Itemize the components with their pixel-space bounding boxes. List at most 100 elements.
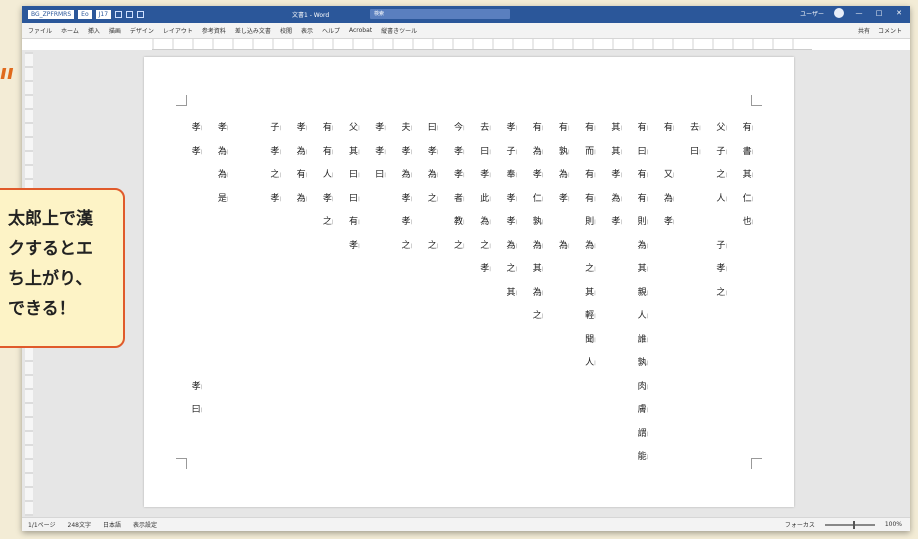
text-char: 孝 [402,190,413,210]
tab-review[interactable]: 校閲 [280,26,292,35]
text-char: 之 [506,260,517,280]
tab-mailings[interactable]: 差し込み文書 [235,26,271,35]
text-char: 者 [454,190,465,210]
text-char: 夫 [402,119,413,139]
tab-references[interactable]: 参考資料 [202,26,226,35]
text-char: 之 [716,166,727,186]
text-char: 曰 [349,190,360,210]
maximize-button[interactable]: □ [874,9,884,17]
text-char: 之 [716,284,727,304]
text-char: 之 [270,166,281,186]
text-column: 孝為有為 [295,119,309,489]
text-char: 為 [559,237,570,257]
text-char: 能 [638,448,649,468]
text-char: 有 [533,119,544,139]
text-char: 父 [716,119,727,139]
text-char: 也 [743,213,754,233]
text-char: 為 [480,213,491,233]
tab-help[interactable]: ヘルプ [322,26,340,35]
text-char: 為 [533,284,544,304]
text-column: 有有人孝之 [321,119,335,489]
quick-access-item-3[interactable]: J17 [95,10,112,19]
tab-view[interactable]: 表示 [301,26,313,35]
text-char: 有 [638,190,649,210]
text-char: 為 [428,166,439,186]
zoom-slider[interactable] [824,520,875,529]
text-char: 有 [297,166,308,186]
text-char: 曰 [480,143,491,163]
save-icon[interactable] [115,11,123,18]
text-char: 孝 [270,190,281,210]
user-name[interactable]: ユーザー [800,9,824,18]
text-char: 仁 [533,190,544,210]
tab-acrobat[interactable]: Acrobat [349,27,372,34]
page-count[interactable]: 1/1ページ [28,520,56,529]
horizontal-ruler[interactable] [152,39,812,50]
text-char: 孝 [428,143,439,163]
text-char: 其 [533,260,544,280]
tab-insert[interactable]: 挿入 [88,26,100,35]
text-column: 父其曰曰有孝 [347,119,361,489]
text-char: 謂 [638,425,649,445]
document-page[interactable]: 有書其仁也父子之人 子孝之去曰 有 又為孝有曰有有則為其親人誰孰肉膚謂能其其孝為… [144,57,794,507]
callout-line-3: ち上がり、 [8,269,93,289]
text-char: 孰 [559,143,570,163]
minimize-button[interactable]: — [854,9,864,17]
text-char: 其 [638,260,649,280]
text-column: 孝子奉孝孝為之其 [505,119,519,489]
language[interactable]: 日本語 [103,520,121,529]
text-char: 是 [218,190,229,210]
text-char: 為 [218,166,229,186]
text-char: 孝 [480,260,491,280]
text-char: 孝 [192,143,203,163]
text-char: 仁 [743,190,754,210]
tab-draw[interactable]: 描画 [109,26,121,35]
text-column: 有而有有則為之其輕聞人 [584,119,598,489]
tab-home[interactable]: ホーム [61,26,79,35]
text-char: 孝 [454,143,465,163]
tab-vertical-tools[interactable]: 縦書きツール [381,26,417,35]
tab-file[interactable]: ファイル [28,26,52,35]
text-column: 子孝之孝 [269,119,283,489]
search-input[interactable]: 検索 [370,9,510,19]
text-char: 其 [611,119,622,139]
comments-button[interactable]: コメント [878,26,902,35]
text-char: 孝 [664,213,675,233]
text-column: 有孰為孝 為 [557,119,571,489]
callout-line-4: できる！ [8,299,76,319]
tab-layout[interactable]: レイアウト [163,26,193,35]
text-column: 孝孝 孝曰 [190,119,204,489]
text-char: 孝 [297,119,308,139]
text-char: 教 [454,213,465,233]
text-char: 孝 [270,143,281,163]
text-char: 孰 [533,213,544,233]
text-char: 孝 [611,166,622,186]
undo-icon[interactable] [126,11,134,18]
text-column: 孝為為是 [216,119,230,489]
text-char: 孝 [611,213,622,233]
focus-mode[interactable]: フォーカス [785,520,815,529]
text-char: 為 [585,237,596,257]
text-column: 有 又為孝 [662,119,676,489]
quick-access-item-1[interactable]: BG_ZPFRMRS [28,10,75,19]
text-char: 曰 [349,166,360,186]
share-button[interactable]: 共有 [858,26,870,35]
text-char: 有 [585,190,596,210]
text-column: 有為孝仁孰為其為之 [531,119,545,489]
quick-access-item-2[interactable]: Eo [78,10,92,19]
display-settings[interactable]: 表示設定 [133,520,157,529]
tab-design[interactable]: デザイン [130,26,154,35]
text-char: 去 [690,119,701,139]
text-char: 孝 [375,119,386,139]
text-column: 今孝孝者教之 [452,119,466,489]
text-char: 人 [585,354,596,374]
text-char: 孝 [323,190,334,210]
redo-icon[interactable] [137,11,145,18]
avatar[interactable] [834,8,844,18]
text-char: 曰 [428,119,439,139]
word-count[interactable]: 248文字 [68,520,91,529]
zoom-level[interactable]: 100% [885,521,902,528]
text-char: 有 [323,143,334,163]
vertical-text-columns: 有書其仁也父子之人 子孝之去曰 有 又為孝有曰有有則為其親人誰孰肉膚謂能其其孝為… [190,119,755,489]
close-button[interactable]: ✕ [894,9,904,17]
